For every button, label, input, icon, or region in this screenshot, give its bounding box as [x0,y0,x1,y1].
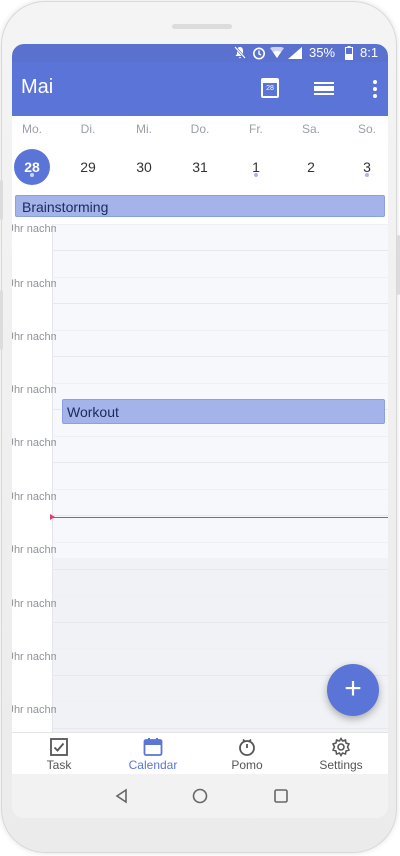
speaker [172,24,232,29]
app-bar: Mai 28 [12,62,388,116]
hour-label: Uhr nachm [12,704,56,716]
side-button [0,290,3,350]
weekday-label: Sa. [301,122,320,136]
grid-line [52,383,388,384]
grid-line [52,542,388,543]
day-30[interactable]: 30 [126,149,162,185]
grid-line [52,436,388,437]
status-bar: 35% 8:1 [12,44,388,62]
all-day-event[interactable]: Brainstorming [15,195,385,217]
grid-line [52,277,388,278]
timer-icon [239,738,255,756]
grid-line [52,330,388,331]
day-2[interactable]: 2 [293,149,329,185]
event-indicator-dot [254,173,258,177]
hour-label: Uhr nachm [12,437,56,449]
system-nav-bar [12,774,388,818]
screen: 35% 8:1 Mai 28 Mo. Di. Mi. Do. Fr. Sa. S… [12,44,388,774]
nav-task[interactable]: Task [12,737,106,772]
mute-bell-icon [234,46,246,59]
hour-label: Uhr nachm [12,651,56,663]
day-31[interactable]: 31 [182,149,218,185]
add-event-button[interactable]: + [327,664,379,716]
event-indicator-dot [365,173,369,177]
alarm-icon [253,47,265,60]
grid-line [52,356,388,357]
today-calendar-icon[interactable]: 28 [261,78,279,98]
day-29[interactable]: 29 [70,149,106,185]
signal-icon [288,47,302,59]
nav-pomo-label: Pomo [231,758,263,772]
weekday-label: So. [357,122,376,136]
recents-icon[interactable] [273,788,289,804]
more-options-icon[interactable] [372,80,378,98]
nav-settings[interactable]: Settings [294,737,388,772]
wifi-icon [270,47,284,58]
month-title: Mai [21,76,54,98]
hour-label: Uhr nachm [12,544,56,556]
weekday-label: Di. [80,122,96,136]
workout-event[interactable]: Workout [62,399,385,424]
gear-icon [331,737,351,757]
battery-text: 35% [309,45,336,60]
weekday-label: Mi. [136,122,152,136]
grid-line [52,515,388,516]
hour-label: Uhr nachm [12,384,56,396]
nav-pomo[interactable]: Pomo [200,737,294,772]
weekday-label: Mo. [21,122,42,136]
battery-icon [345,46,353,60]
time-grid[interactable]: Uhr nachm Uhr nachm Uhr nachm Uhr nachm … [12,224,388,734]
grid-line [52,250,388,251]
nav-settings-label: Settings [319,758,363,772]
weekday-label: Fr. [249,122,263,136]
grid-line [52,569,388,570]
nav-calendar[interactable]: Calendar [106,737,200,772]
volume-button [0,180,3,220]
current-time-line [52,517,388,518]
event-indicator-dot [30,173,34,177]
hour-label: Uhr nachm [12,598,56,610]
bottom-navigation: Task Calendar Pomo Settings [12,732,388,774]
grid-line [52,648,388,649]
grid-line [52,462,388,463]
week-header: Mo. Di. Mi. Do. Fr. Sa. So. 28 29 30 31 … [12,116,388,194]
grid-line [52,224,388,225]
day-28-selected[interactable]: 28 [14,149,50,185]
calendar-icon [143,738,163,756]
hour-label: Uhr nachm [12,491,56,503]
home-icon[interactable] [192,788,208,804]
back-icon[interactable] [114,788,130,804]
grid-line [52,595,388,596]
day-3[interactable]: 3 [349,149,385,185]
view-mode-icon[interactable] [314,82,334,95]
grid-line [52,622,388,623]
nav-calendar-label: Calendar [128,758,178,772]
day-1[interactable]: 1 [238,149,274,185]
grid-line [52,728,388,729]
clock-text: 8:1 [360,45,379,60]
grid-line [52,303,388,304]
hour-label: Uhr nachm [12,224,56,235]
hour-label: Uhr nachm [12,278,56,290]
weekday-label: Do. [190,122,210,136]
grid-line [52,489,388,490]
current-time-marker [50,514,55,520]
nav-task-label: Task [46,758,72,772]
hour-label: Uhr nachm [12,331,56,343]
checkbox-icon [50,738,68,756]
